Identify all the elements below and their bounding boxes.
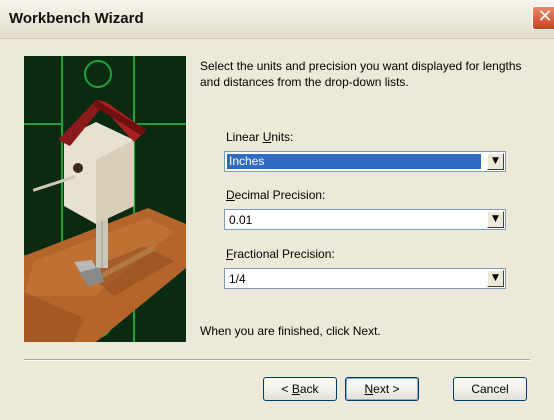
decimal-precision-value: 0.01 — [229, 213, 253, 227]
fractional-precision-label: Fractional Precision: — [226, 247, 335, 261]
wizard-dialog: Workbench Wizard ✕ Select the units and … — [0, 0, 554, 420]
linear-units-value: Inches — [227, 154, 481, 169]
next-button[interactable]: Next > — [345, 377, 419, 401]
dropdown-arrow-icon[interactable]: ▼ — [487, 270, 504, 287]
fractional-precision-value: 1/4 — [229, 272, 246, 286]
close-button[interactable]: ✕ — [532, 6, 554, 30]
title-bar[interactable]: Workbench Wizard ✕ — [0, 0, 554, 39]
button-separator — [24, 359, 530, 361]
linear-units-label: Linear Units: — [226, 130, 294, 144]
finish-instruction: When you are finished, click Next. — [200, 324, 381, 338]
instructions-text: Select the units and precision you want … — [200, 59, 522, 89]
back-button[interactable]: < Back — [263, 377, 337, 401]
wizard-illustration — [24, 56, 186, 342]
cancel-button[interactable]: Cancel — [453, 377, 527, 401]
fractional-precision-dropdown[interactable]: 1/4 ▼ — [224, 268, 506, 289]
window-title: Workbench Wizard — [9, 10, 144, 27]
birdhouse-illustration — [24, 56, 186, 342]
decimal-precision-label: Decimal Precision: — [226, 188, 326, 202]
dropdown-arrow-icon[interactable]: ▼ — [487, 153, 504, 170]
dropdown-arrow-icon[interactable]: ▼ — [487, 211, 504, 228]
linear-units-dropdown[interactable]: Inches ▼ — [224, 151, 506, 172]
close-icon: ✕ — [537, 6, 553, 27]
decimal-precision-dropdown[interactable]: 0.01 ▼ — [224, 209, 506, 230]
